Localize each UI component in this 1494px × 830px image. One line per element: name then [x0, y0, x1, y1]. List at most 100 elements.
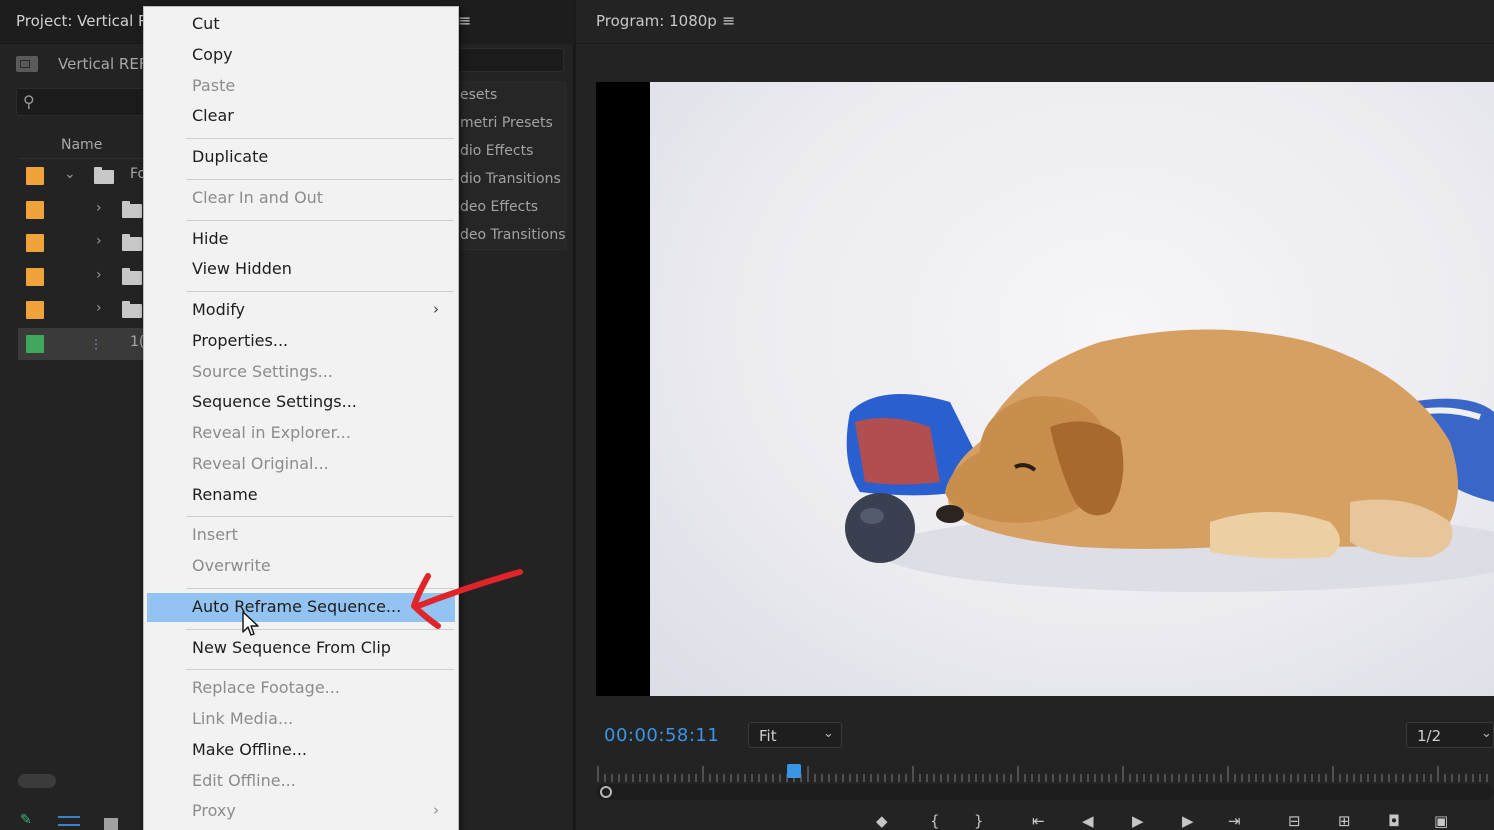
label-color-chip[interactable]	[26, 267, 44, 286]
menu-item-rename[interactable]: Rename	[147, 481, 455, 510]
time-ruler[interactable]	[596, 762, 1494, 786]
project-item-row[interactable]: ›	[18, 261, 148, 293]
list-view-icon[interactable]	[58, 816, 80, 826]
effects-search-input[interactable]	[450, 48, 564, 72]
project-search-input[interactable]: ⚲	[16, 88, 148, 116]
comparison-view-icon[interactable]: ▣	[1434, 812, 1448, 830]
label-color-chip[interactable]	[26, 334, 44, 353]
playhead-marker[interactable]	[786, 764, 801, 778]
menu-item-label: Reveal Original...	[192, 453, 329, 473]
effects-folder-item[interactable]: dio Transitions	[460, 171, 570, 187]
label-color-chip[interactable]	[26, 167, 44, 185]
pencil-icon[interactable]: ✎	[20, 812, 32, 828]
menu-item-modify[interactable]: Modify ›	[147, 296, 455, 325]
zoom-scroll-handle[interactable]	[600, 786, 612, 798]
effects-folder-item[interactable]: deo Transitions	[460, 227, 570, 243]
hamburger-menu-icon[interactable]: ≡	[722, 11, 735, 30]
effects-folder-item[interactable]: dio Effects	[460, 143, 570, 159]
menu-item-make-offline[interactable]: Make Offline...	[147, 736, 455, 765]
project-panel-title[interactable]: Project: Vertical R	[16, 12, 148, 30]
menu-item-label: Edit Offline...	[192, 770, 296, 790]
folder-icon	[122, 267, 142, 285]
chevron-right-icon[interactable]: ›	[96, 233, 102, 249]
menu-item-label: Overwrite	[192, 556, 271, 575]
effects-folder-item[interactable]: esets	[460, 87, 570, 103]
step-back-icon[interactable]: ◀	[1082, 812, 1094, 830]
project-item-row[interactable]: ›	[18, 194, 148, 226]
playback-resolution-select[interactable]: 1/2 ⌄	[1406, 722, 1494, 748]
folder-icon	[122, 234, 142, 251]
menu-item-source-settings: Source Settings...	[147, 358, 455, 387]
zoom-scroll-bar[interactable]	[596, 784, 1494, 800]
menu-separator	[186, 291, 454, 292]
menu-item-paste: Paste	[147, 72, 455, 101]
menu-item-label: View Hidden	[192, 259, 292, 279]
project-footer: ✎	[0, 812, 148, 830]
bin-icon	[16, 56, 38, 72]
menu-item-view-hidden[interactable]: View Hidden	[147, 255, 455, 284]
menu-item-label: Properties...	[192, 330, 289, 350]
menu-item-label: Sequence Settings...	[192, 392, 357, 412]
menu-separator	[186, 628, 454, 630]
menu-item-proxy: Proxy ›	[147, 797, 455, 826]
project-item-row[interactable]: ⌄ Fo	[18, 160, 148, 192]
menu-item-label: Insert	[192, 525, 238, 545]
hamburger-menu-icon[interactable]: ≡	[458, 11, 471, 30]
project-item-row[interactable]: ⫶ 1(	[18, 327, 148, 360]
extract-icon[interactable]: ⊞	[1338, 812, 1351, 830]
video-preview-image	[650, 82, 1494, 696]
playhead-timecode[interactable]: 00:00:58:11	[604, 725, 719, 746]
project-scrollbar[interactable]	[18, 774, 56, 788]
menu-item-auto-reframe-sequence[interactable]: Auto Reframe Sequence...	[147, 592, 455, 622]
chevron-right-icon: ›	[433, 801, 439, 820]
go-to-in-icon[interactable]: ⇤	[1032, 812, 1045, 830]
zoom-select[interactable]: Fit ⌄	[748, 722, 842, 748]
menu-item-hide[interactable]: Hide	[147, 225, 455, 254]
chevron-down-icon: ⌄	[823, 726, 834, 741]
effects-folder-item[interactable]: deo Effects	[460, 199, 570, 215]
project-item-row[interactable]: ›	[18, 294, 148, 326]
menu-item-label: Make Offline...	[192, 739, 307, 759]
bin-breadcrumb[interactable]: Vertical REF	[16, 52, 147, 76]
menu-item-clear-in-and-out: Clear In and Out	[147, 184, 455, 213]
menu-item-reveal-in-explorer: Reveal in Explorer...	[147, 419, 455, 448]
chevron-right-icon: ›	[433, 300, 439, 318]
search-icon: ⚲	[23, 92, 35, 111]
export-frame-icon[interactable]: ◘	[1388, 812, 1400, 830]
step-forward-icon[interactable]: ▶	[1182, 812, 1194, 830]
effects-folder-item[interactable]: metri Presets	[460, 115, 570, 131]
add-marker-icon[interactable]: ◆	[876, 812, 888, 830]
mark-out-icon[interactable]: }	[974, 812, 984, 830]
menu-item-copy[interactable]: Copy	[147, 41, 455, 70]
effects-list	[452, 82, 566, 250]
label-color-chip[interactable]	[26, 200, 44, 219]
play-icon[interactable]: ▶	[1132, 812, 1144, 830]
chevron-right-icon[interactable]: ›	[96, 200, 102, 216]
lift-icon[interactable]: ⊟	[1288, 812, 1301, 830]
menu-item-duplicate[interactable]: Duplicate	[147, 143, 455, 172]
chevron-right-icon[interactable]: ›	[96, 267, 102, 283]
menu-separator	[186, 587, 454, 589]
menu-separator	[186, 219, 454, 221]
go-to-out-icon[interactable]: ⇥	[1228, 812, 1241, 830]
label-color-chip[interactable]	[26, 301, 44, 319]
project-item-row[interactable]: ›	[18, 227, 148, 259]
program-monitor-title[interactable]: Program: 1080p	[596, 12, 717, 30]
menu-item-sequence-settings[interactable]: Sequence Settings...	[147, 388, 455, 417]
chevron-down-icon: ⌄	[1481, 726, 1492, 741]
transport-controls: ◆ { } ⇤ ◀ ▶ ▶ ⇥ ⊟ ⊞ ◘ ▣	[576, 812, 1494, 830]
chevron-down-icon[interactable]: ⌄	[64, 166, 76, 182]
program-monitor-header: Program: 1080p ≡	[576, 0, 1494, 44]
effects-panel: ≡ esets metri Presets dio Effects dio Trans…	[440, 0, 574, 830]
mark-in-icon[interactable]: {	[930, 812, 940, 830]
menu-item-cut[interactable]: Cut	[147, 10, 455, 39]
menu-item-clear[interactable]: Clear	[147, 102, 455, 131]
menu-item-properties[interactable]: Properties...	[147, 327, 455, 356]
menu-item-label: Proxy	[192, 801, 236, 821]
menu-item-label: Copy	[192, 44, 233, 64]
icon-view-icon[interactable]	[104, 818, 118, 830]
label-color-chip[interactable]	[26, 234, 44, 252]
project-column-header[interactable]: Name	[18, 133, 148, 159]
menu-item-new-sequence-from-clip[interactable]: New Sequence From Clip	[147, 634, 455, 663]
chevron-right-icon[interactable]: ›	[96, 300, 102, 316]
